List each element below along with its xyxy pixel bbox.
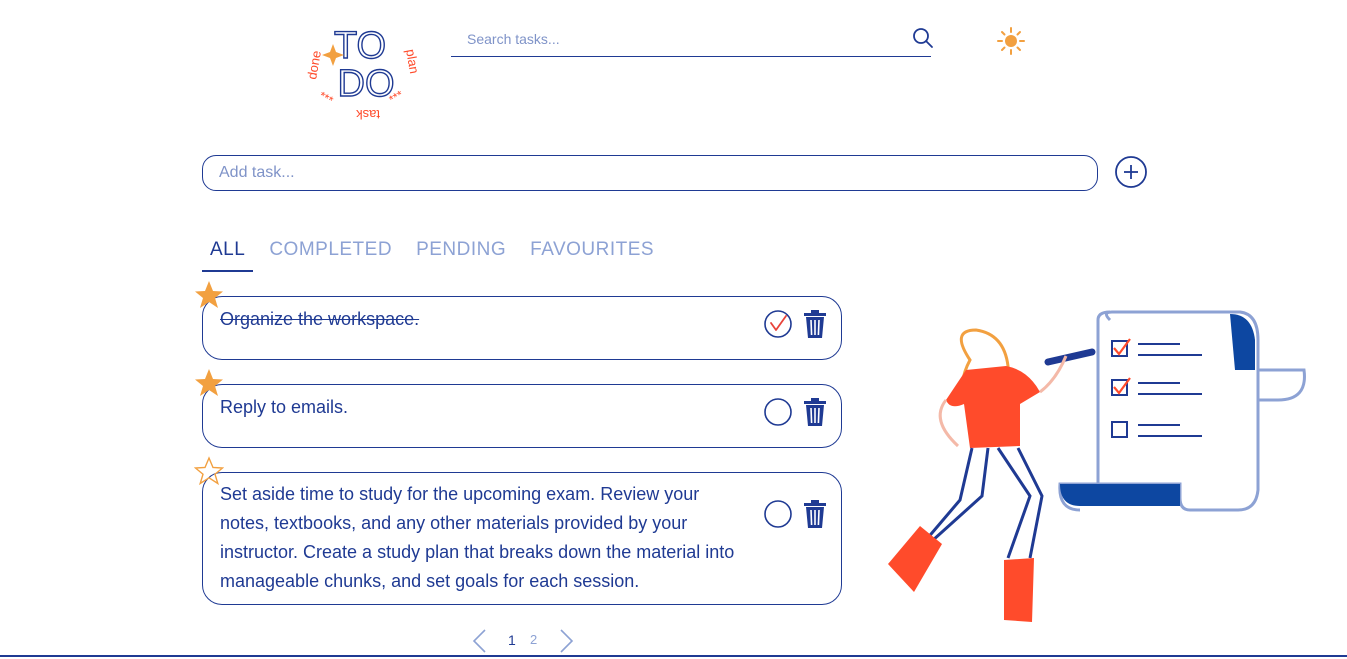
search-input[interactable] [451, 26, 907, 52]
logo-do-text: DO [338, 63, 395, 105]
page-number-2[interactable]: 2 [530, 632, 537, 647]
trash-icon [804, 310, 826, 338]
star-outline-icon [193, 456, 225, 486]
chevron-right-icon [560, 629, 574, 653]
task-card: Reply to emails. [202, 384, 842, 448]
add-task-input[interactable] [202, 155, 1098, 191]
task-text: Set aside time to study for the upcoming… [220, 484, 735, 591]
task-text: Reply to emails. [220, 397, 349, 417]
app-logo: TO DO done plan task *** *** [300, 18, 426, 122]
tab-pending[interactable]: PENDING [408, 238, 514, 270]
unchecked-circle-icon [764, 398, 792, 426]
page-number-1[interactable]: 1 [508, 632, 516, 648]
tab-all[interactable]: ALL [202, 238, 254, 272]
theme-toggle-button[interactable] [996, 26, 1026, 56]
checked-circle-icon [764, 310, 792, 338]
favourite-star-button[interactable] [194, 280, 224, 310]
delete-task-button[interactable] [803, 499, 827, 529]
filter-tabs: ALL COMPLETED PENDING FAVOURITES [202, 238, 670, 272]
logo-word-task: task [356, 107, 380, 120]
next-page-button[interactable] [556, 628, 576, 654]
favourite-star-button[interactable] [194, 368, 224, 398]
todo-illustration [880, 300, 1310, 630]
sun-icon [997, 27, 1025, 55]
chevron-left-icon [472, 629, 486, 653]
previous-page-button[interactable] [470, 628, 490, 654]
search-icon [913, 28, 933, 48]
delete-task-button[interactable] [803, 309, 827, 339]
logo-stars-left: *** [317, 88, 336, 107]
add-task-button[interactable] [1114, 155, 1148, 189]
favourite-star-button[interactable] [193, 456, 225, 486]
task-card: Set aside time to study for the upcoming… [202, 472, 842, 605]
unchecked-circle-icon [764, 500, 792, 528]
plus-circle-icon [1115, 156, 1147, 188]
complete-toggle-button[interactable] [763, 309, 793, 339]
tab-completed[interactable]: COMPLETED [261, 238, 400, 270]
logo-word-plan: plan [403, 48, 422, 75]
logo-word-done: done [304, 49, 324, 80]
complete-toggle-button[interactable] [763, 397, 793, 427]
delete-task-button[interactable] [803, 397, 827, 427]
logo-to-text: TO [334, 25, 386, 67]
pagination: 1 2 [470, 626, 580, 656]
search-bar [451, 26, 933, 57]
task-card: Organize the workspace. [202, 296, 842, 360]
task-text: Organize the workspace. [220, 309, 420, 329]
trash-icon [804, 398, 826, 426]
star-filled-icon [195, 369, 223, 396]
complete-toggle-button[interactable] [763, 499, 793, 529]
star-filled-icon [195, 281, 223, 308]
tab-favourites[interactable]: FAVOURITES [522, 238, 662, 270]
search-button[interactable] [909, 24, 937, 52]
trash-icon [804, 500, 826, 528]
